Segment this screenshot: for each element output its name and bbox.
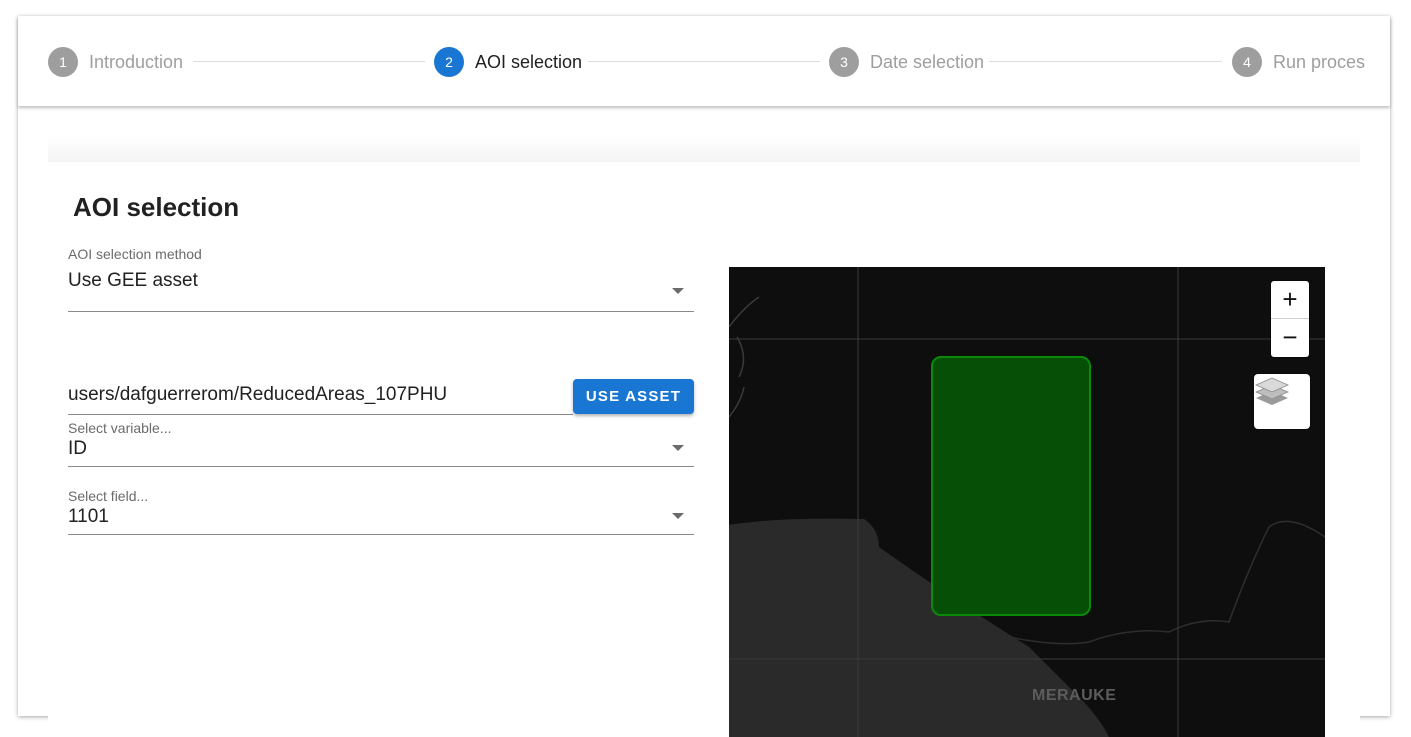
chevron-down-icon	[672, 513, 684, 519]
asset-id-input[interactable]: users/dafguerrerom/ReducedAreas_107PHU	[68, 376, 573, 415]
chevron-down-icon	[672, 288, 684, 294]
step-number: 4	[1232, 47, 1262, 77]
step-run-process[interactable]: 4 Run proces	[1232, 47, 1365, 77]
zoom-out-button[interactable]: −	[1271, 319, 1309, 356]
field-select-value: 1101	[68, 506, 109, 527]
step-connector	[588, 61, 820, 62]
field-select-label: Select field...	[68, 488, 149, 504]
section-title: AOI selection	[73, 192, 240, 222]
variable-select-value: ID	[68, 438, 87, 459]
variable-select-label: Select variable...	[68, 420, 172, 436]
map-canvas	[729, 267, 1325, 737]
wizard-card: 1 Introduction 2 AOI selection 3 Date se…	[18, 16, 1390, 737]
step-connector	[193, 61, 425, 62]
aoi-panel: AOI selection AOI selection method Use G…	[48, 136, 1360, 737]
chevron-down-icon	[672, 445, 684, 451]
variable-select[interactable]: Select variable... ID	[68, 420, 694, 467]
layers-icon	[1255, 377, 1289, 405]
map-place-label: MERAUKE	[1032, 687, 1117, 704]
aoi-method-select[interactable]: AOI selection method Use GEE asset	[68, 246, 694, 312]
aoi-method-value: Use GEE asset	[68, 270, 198, 291]
step-label: Run proces	[1273, 51, 1366, 72]
step-number: 1	[48, 47, 78, 77]
zoom-in-button[interactable]: +	[1271, 281, 1309, 319]
aoi-polygon[interactable]	[931, 356, 1091, 616]
aoi-method-label: AOI selection method	[68, 246, 202, 262]
step-date-selection[interactable]: 3 Date selection	[829, 47, 984, 77]
step-label: AOI selection	[475, 51, 583, 72]
map-view[interactable]: + − MERAUKE	[729, 267, 1325, 737]
use-asset-button[interactable]: USE ASSET	[573, 379, 694, 414]
coastline	[729, 296, 760, 418]
asset-id-value: users/dafguerrerom/ReducedAreas_107PHU	[68, 384, 448, 405]
step-label: Date selection	[870, 51, 985, 72]
panel-header-shadow	[48, 136, 1360, 162]
field-select[interactable]: Select field... 1101	[68, 488, 694, 535]
step-label: Introduction	[89, 51, 184, 72]
layers-button[interactable]	[1254, 374, 1310, 429]
step-aoi-selection[interactable]: 2 AOI selection	[434, 47, 582, 77]
step-introduction[interactable]: 1 Introduction	[48, 47, 183, 77]
stepper: 1 Introduction 2 AOI selection 3 Date se…	[18, 16, 1390, 106]
step-number: 3	[829, 47, 859, 77]
zoom-control: + −	[1271, 281, 1309, 357]
step-number: 2	[434, 47, 464, 77]
step-connector	[989, 61, 1222, 62]
